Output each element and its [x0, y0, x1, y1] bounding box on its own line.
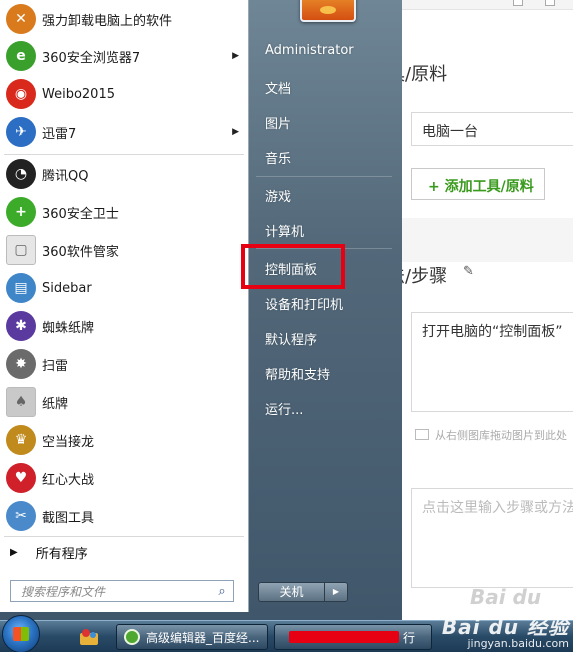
program-item[interactable]: ♠ 纸牌: [0, 383, 249, 421]
program-label: 截图工具: [42, 510, 95, 526]
pinned-app-icon[interactable]: [78, 627, 100, 647]
360-browser-icon: [124, 629, 140, 645]
hearts-icon: ♥: [6, 463, 36, 493]
program-label: 蜘蛛纸牌: [42, 320, 95, 336]
search-icon[interactable]: ⌕: [211, 584, 233, 599]
start-menu: ✕ 强力卸载电脑上的软件 e 360安全浏览器7 ▶ ◉ Weibo2015 ✈ 迅雷7 ▶ ◔ 腾讯…: [0, 0, 402, 620]
program-item[interactable]: ✈ 迅雷7 ▶: [0, 113, 249, 151]
freecell-icon: ♛: [6, 425, 36, 455]
image-icon: [415, 429, 429, 440]
program-item[interactable]: e 360安全浏览器7 ▶: [0, 37, 249, 75]
program-label: Sidebar: [42, 280, 92, 296]
program-item[interactable]: ◉ Weibo2015: [0, 75, 249, 113]
program-label: 360安全浏览器7: [42, 50, 141, 66]
weibo-icon: ◉: [6, 79, 36, 109]
redaction-mark: [289, 631, 399, 643]
user-name-link[interactable]: Administrator: [265, 43, 354, 58]
program-item[interactable]: ✱ 蜘蛛纸牌: [0, 307, 249, 345]
program-item[interactable]: ✕ 强力卸载电脑上的软件: [0, 0, 249, 38]
shutdown-options-arrow-icon[interactable]: ▶: [325, 583, 347, 601]
360-browser-icon: e: [6, 41, 36, 71]
start-menu-link[interactable]: 游戏: [265, 186, 291, 205]
start-button[interactable]: [2, 615, 40, 652]
drag-hint: 从右侧图库拖动图片到此处: [415, 427, 567, 443]
play-arrow-icon: ▶: [10, 546, 18, 558]
program-item[interactable]: ✸ 扫雷: [0, 345, 249, 383]
qq-penguin-icon: ◔: [6, 159, 36, 189]
360-software-icon: ▢: [6, 235, 36, 265]
browser-topbar: [395, 0, 573, 10]
sidebar-icon: ▤: [6, 273, 36, 303]
tool-item-input[interactable]: 电脑一台: [411, 112, 573, 146]
shutdown-button[interactable]: 关机 ▶: [258, 582, 348, 602]
all-programs-button[interactable]: ▶ 所有程序: [0, 540, 249, 564]
program-label: 360安全卫士: [42, 206, 119, 222]
spider-solitaire-icon: ✱: [6, 311, 36, 341]
program-item[interactable]: ✂ 截图工具: [0, 497, 249, 535]
program-item[interactable]: ▢ 360软件管家: [0, 231, 249, 269]
start-menu-link[interactable]: 运行...: [265, 399, 303, 418]
window-control[interactable]: [513, 0, 523, 6]
add-tool-button[interactable]: + 添加工具/原料: [411, 168, 545, 200]
baidu-watermark-faint: Bai du: [470, 585, 542, 609]
start-menu-link[interactable]: 音乐: [265, 148, 291, 167]
step1-textarea[interactable]: 打开电脑的“控制面板”: [411, 312, 573, 412]
program-label: 空当接龙: [42, 434, 95, 450]
program-item[interactable]: ▤ Sidebar: [0, 269, 249, 307]
start-menu-link[interactable]: 文档: [265, 78, 291, 97]
taskbar: 高级编辑器_百度经... 行 Bai du 经验 jingyan.baidu.c…: [0, 615, 573, 652]
program-label: 腾讯QQ: [42, 168, 89, 184]
program-item[interactable]: ♥ 红心大战: [0, 459, 249, 497]
program-label: 迅雷7: [42, 126, 77, 142]
step2-textarea[interactable]: 点击这里输入步骤或方法: [411, 488, 573, 588]
windows-logo-icon: [13, 627, 29, 641]
submenu-arrow-icon[interactable]: ▶: [232, 127, 239, 137]
start-menu-link[interactable]: 帮助和支持: [265, 364, 330, 383]
window-control[interactable]: [545, 0, 555, 6]
xunlei-icon: ✈: [6, 117, 36, 147]
right-separator: [256, 176, 392, 177]
program-item[interactable]: ♛ 空当接龙: [0, 421, 249, 459]
program-label: 360软件管家: [42, 244, 119, 260]
program-label: 强力卸载电脑上的软件: [42, 13, 173, 29]
program-label: 纸牌: [42, 396, 69, 412]
snipping-tool-icon: ✂: [6, 501, 36, 531]
program-label: 红心大战: [42, 472, 95, 488]
submenu-arrow-icon[interactable]: ▶: [232, 51, 239, 61]
solitaire-icon: ♠: [6, 387, 36, 417]
pinned-separator: [4, 154, 244, 155]
360-guard-icon: +: [6, 197, 36, 227]
user-avatar[interactable]: [300, 0, 356, 22]
program-item[interactable]: +360安全卫士: [0, 193, 249, 231]
search-box[interactable]: 搜索程序和文件 ⌕: [10, 580, 234, 602]
program-item[interactable]: ◔ 腾讯QQ: [0, 155, 249, 193]
start-menu-link[interactable]: 默认程序: [265, 329, 317, 348]
programs-pane: ✕ 强力卸载电脑上的软件 e 360安全浏览器7 ▶ ◉ Weibo2015 ✈ 迅雷7 ▶ ◔ 腾讯…: [0, 0, 249, 612]
start-menu-link[interactable]: 图片: [265, 113, 291, 132]
uninstall-icon: ✕: [6, 4, 36, 34]
control-panel-highlight-box: [241, 244, 345, 289]
taskbar-window-redacted[interactable]: 行: [274, 624, 432, 650]
edit-pencil-icon[interactable]: ✎: [463, 264, 474, 279]
taskbar-window-browser[interactable]: 高级编辑器_百度经...: [116, 624, 268, 650]
all-programs-separator: [4, 536, 244, 537]
minesweeper-icon: ✸: [6, 349, 36, 379]
program-label: Weibo2015: [42, 86, 115, 102]
program-label: 扫雷: [42, 358, 69, 374]
start-menu-link[interactable]: 设备和打印机: [265, 294, 343, 313]
start-menu-link[interactable]: 计算机: [265, 221, 304, 240]
baidu-jingyan-watermark: Bai du 经验 jingyan.baidu.com: [441, 615, 569, 650]
flower-picture: [320, 6, 336, 14]
editor-page: 工具/原料 电脑一台 + 添加工具/原料 方法/步骤 ✎ 打开电脑的“控制面板”…: [369, 0, 573, 620]
search-input[interactable]: 搜索程序和文件: [21, 583, 211, 600]
section-divider: [395, 218, 573, 262]
